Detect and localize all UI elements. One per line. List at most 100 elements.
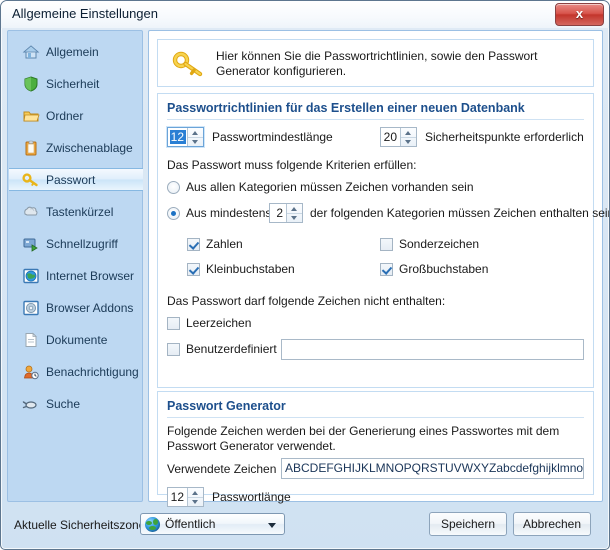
- settings-window: Allgemeine Einstellungen x Allgemein Sic…: [0, 0, 610, 550]
- min-length-stepper[interactable]: 12: [167, 127, 204, 147]
- sidebar-item-label: Passwort: [46, 172, 96, 187]
- min-length-value: 12: [170, 130, 186, 144]
- save-button[interactable]: Speichern: [429, 512, 507, 536]
- settings-panel: Hier können Sie die Passwortrichtlinien,…: [148, 30, 609, 507]
- security-points-increment[interactable]: [401, 128, 416, 137]
- checkbox-zahlen-label: Zahlen: [206, 237, 243, 251]
- security-points-stepper[interactable]: 20: [380, 127, 417, 147]
- radio-all-categories-label: Aus allen Kategorien müssen Zeichen vorh…: [186, 180, 474, 194]
- security-points-decrement[interactable]: [401, 136, 416, 147]
- checkbox-kleinbuchstaben-indicator: [187, 262, 200, 276]
- close-button[interactable]: x: [555, 3, 604, 26]
- radio-at-least-indicator: [167, 206, 180, 220]
- chevron-up-icon: [192, 491, 198, 495]
- chevron-down-icon: [192, 139, 198, 144]
- sidebar-item-browser-addons[interactable]: Browser Addons: [9, 296, 143, 319]
- password-length-increment[interactable]: [188, 488, 203, 497]
- checkbox-leerzeichen[interactable]: Leerzeichen: [167, 316, 251, 330]
- radio-all-categories[interactable]: Aus allen Kategorien müssen Zeichen vorh…: [167, 180, 474, 194]
- criteria-heading: Das Passwort muss folgende Kriterien erf…: [167, 158, 417, 172]
- sidebar-item-label: Suche: [46, 396, 81, 411]
- document-icon: [22, 332, 40, 348]
- charset-input[interactable]: ABCDEFGHIJKLMNOPQRSTUVWXYZabcdefghijklmn…: [281, 458, 584, 479]
- checkbox-sonderzeichen[interactable]: Sonderzeichen: [380, 237, 479, 251]
- checkbox-grossbuchstaben[interactable]: Großbuchstaben: [380, 262, 488, 276]
- sidebar: Allgemein Sicherheit Ordner Zwischenabla…: [7, 30, 143, 502]
- sidebar-item-benachrichtigung[interactable]: Benachrichtigung: [9, 360, 143, 383]
- min-length-spin-buttons[interactable]: [187, 128, 203, 146]
- chevron-down-icon: [192, 499, 198, 504]
- sidebar-item-dokumente[interactable]: Dokumente: [9, 328, 143, 351]
- sidebar-item-label: Benachrichtigung: [46, 364, 139, 379]
- sidebar-item-zwischenablage[interactable]: Zwischenablage: [9, 136, 143, 159]
- security-zone-label: Aktuelle Sicherheitszone: [14, 518, 146, 532]
- chevron-down-icon: [268, 523, 276, 528]
- security-zone-value: Öffentlich: [165, 517, 216, 531]
- title-bar: Allgemeine Einstellungen x: [1, 1, 609, 28]
- home-icon: [22, 44, 40, 60]
- sidebar-item-label: Zwischenablage: [46, 140, 133, 155]
- security-points-spin-buttons[interactable]: [400, 128, 416, 146]
- sidebar-item-label: Ordner: [46, 108, 84, 123]
- sidebar-item-label: Internet Browser: [46, 268, 135, 283]
- sidebar-item-label: Allgemein: [46, 44, 99, 59]
- custom-forbidden-input[interactable]: [281, 339, 584, 360]
- min-length-increment[interactable]: [188, 128, 203, 137]
- sidebar-item-schnellzugriff[interactable]: Schnellzugriff: [9, 232, 143, 255]
- chevron-down-icon: [291, 215, 297, 220]
- generator-divider: [167, 417, 584, 418]
- key-icon: [22, 172, 40, 188]
- shield-icon: [22, 75, 40, 92]
- sidebar-item-suche[interactable]: Suche: [9, 392, 143, 415]
- sidebar-item-tastenkuerzel[interactable]: Tastenkürzel: [9, 200, 143, 223]
- generator-description: Folgende Zeichen werden bei der Generier…: [167, 424, 560, 453]
- checkbox-leerzeichen-indicator: [167, 316, 180, 330]
- sidebar-item-allgemein[interactable]: Allgemein: [9, 40, 143, 63]
- password-policy-group: Passwortrichtlinien für das Erstellen ei…: [157, 93, 609, 388]
- sidebar-item-label: Browser Addons: [46, 300, 134, 315]
- radio-at-least[interactable]: Aus mindestens: [167, 206, 271, 220]
- keyboard-icon: [22, 204, 40, 220]
- checkbox-benutzerdefiniert-indicator: [167, 342, 180, 356]
- generator-group-title: Passwort Generator: [167, 399, 286, 413]
- folder-icon: [22, 108, 40, 124]
- category-count-increment[interactable]: [287, 204, 302, 213]
- security-points-value: 20: [383, 130, 397, 144]
- checkbox-sonderzeichen-label: Sonderzeichen: [399, 237, 480, 251]
- sidebar-item-ordner[interactable]: Ordner: [9, 104, 143, 127]
- sidebar-item-label: Sicherheit: [46, 76, 100, 91]
- checkbox-grossbuchstaben-indicator: [380, 262, 393, 276]
- checkbox-zahlen[interactable]: Zahlen: [187, 237, 243, 251]
- sidebar-item-passwort[interactable]: Passwort: [9, 168, 143, 191]
- password-generator-group: Passwort Generator Folgende Zeichen werd…: [157, 391, 594, 507]
- addon-icon: [22, 300, 40, 316]
- category-count-value: 2: [276, 206, 283, 220]
- chevron-up-icon: [405, 131, 411, 135]
- category-count-decrement[interactable]: [287, 212, 302, 223]
- sidebar-item-internet-browser[interactable]: Internet Browser: [9, 264, 143, 287]
- category-count-spin-buttons[interactable]: [286, 204, 302, 222]
- checkbox-kleinbuchstaben[interactable]: Kleinbuchstaben: [187, 262, 295, 276]
- content-area: Allgemein Sicherheit Ordner Zwischenabla…: [7, 30, 609, 507]
- cancel-button[interactable]: Abbrechen: [513, 512, 591, 536]
- checkbox-leerzeichen-label: Leerzeichen: [186, 316, 252, 330]
- checkbox-sonderzeichen-indicator: [380, 237, 393, 251]
- password-length-label: Passwortlänge: [212, 490, 291, 504]
- info-text: Hier können Sie die Passwortrichtlinien,…: [216, 49, 538, 78]
- globe-icon: [145, 517, 160, 532]
- category-count-stepper[interactable]: 2: [269, 203, 303, 223]
- chevron-up-icon: [192, 131, 198, 135]
- notify-user-icon: [22, 364, 40, 380]
- radio-at-least-label-after: der folgenden Kategorien müssen Zeichen …: [310, 206, 610, 220]
- radio-all-categories-indicator: [167, 180, 180, 194]
- min-length-decrement[interactable]: [188, 136, 203, 147]
- checkbox-benutzerdefiniert[interactable]: Benutzerdefiniert: [167, 342, 277, 356]
- min-length-label: Passwortmindestlänge: [212, 130, 333, 144]
- security-zone-select[interactable]: Öffentlich: [140, 513, 285, 535]
- sidebar-item-sicherheit[interactable]: Sicherheit: [9, 72, 143, 95]
- key-icon: [171, 51, 205, 77]
- checkbox-zahlen-indicator: [187, 237, 200, 251]
- chevron-up-icon: [291, 207, 297, 211]
- charset-label: Verwendete Zeichen: [167, 462, 277, 476]
- globe-icon: [22, 268, 40, 284]
